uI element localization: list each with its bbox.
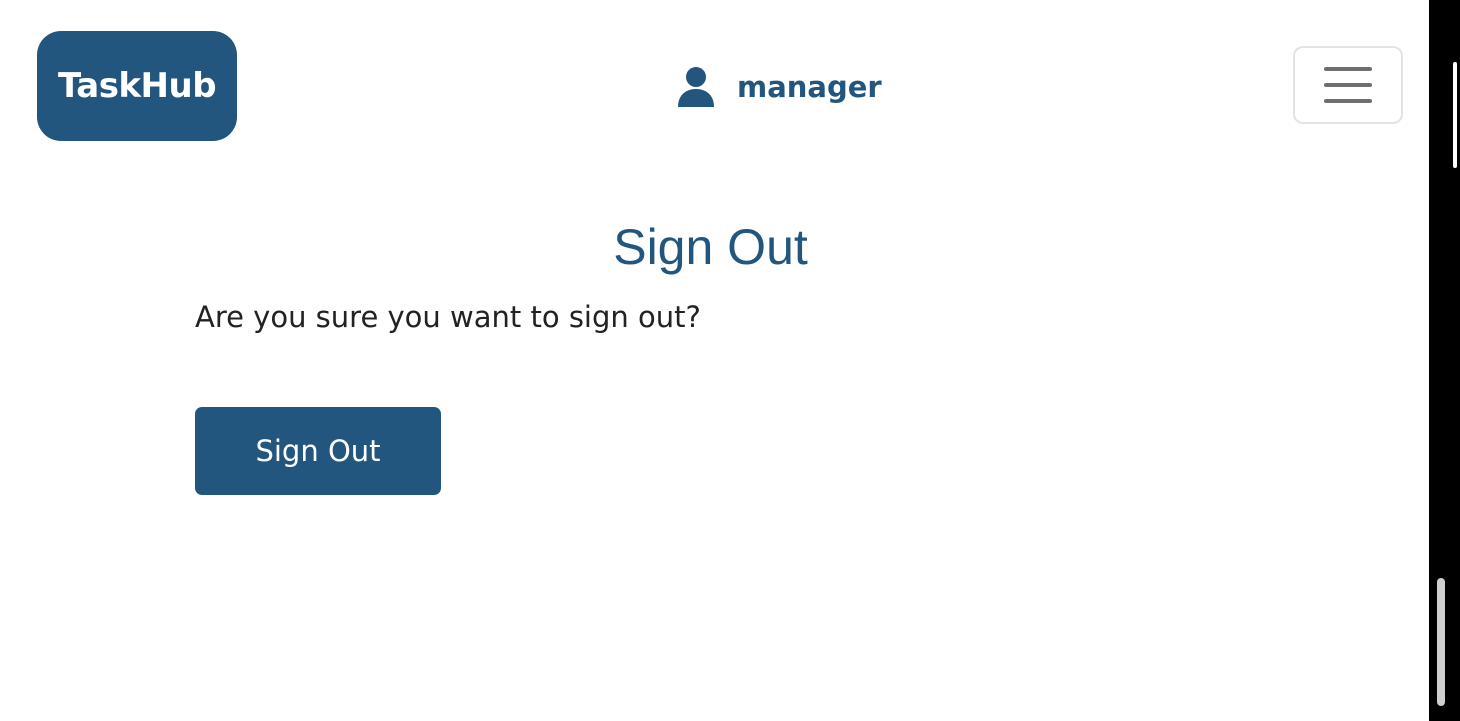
content-area: TaskHub manager Sign Out Are you sure yo… [0, 0, 1429, 721]
hamburger-menu-icon [1324, 67, 1372, 71]
scrollbar-thumb[interactable] [1437, 578, 1445, 706]
user-icon [677, 66, 715, 108]
signout-question: Are you sure you want to sign out? [195, 300, 701, 334]
scroll-indicator [1453, 62, 1457, 168]
hamburger-line [1324, 83, 1372, 87]
current-user: manager [677, 62, 882, 112]
hamburger-line [1324, 99, 1372, 103]
page-title: Sign Out [613, 219, 808, 275]
taskhub-logo-link[interactable]: TaskHub [37, 31, 237, 141]
user-name: manager [737, 70, 882, 104]
hamburger-menu-button[interactable] [1293, 46, 1403, 124]
page: TaskHub manager Sign Out Are you sure yo… [0, 0, 1460, 721]
vertical-scrollbar[interactable] [1429, 0, 1460, 721]
sign-out-button[interactable]: Sign Out [195, 407, 441, 495]
